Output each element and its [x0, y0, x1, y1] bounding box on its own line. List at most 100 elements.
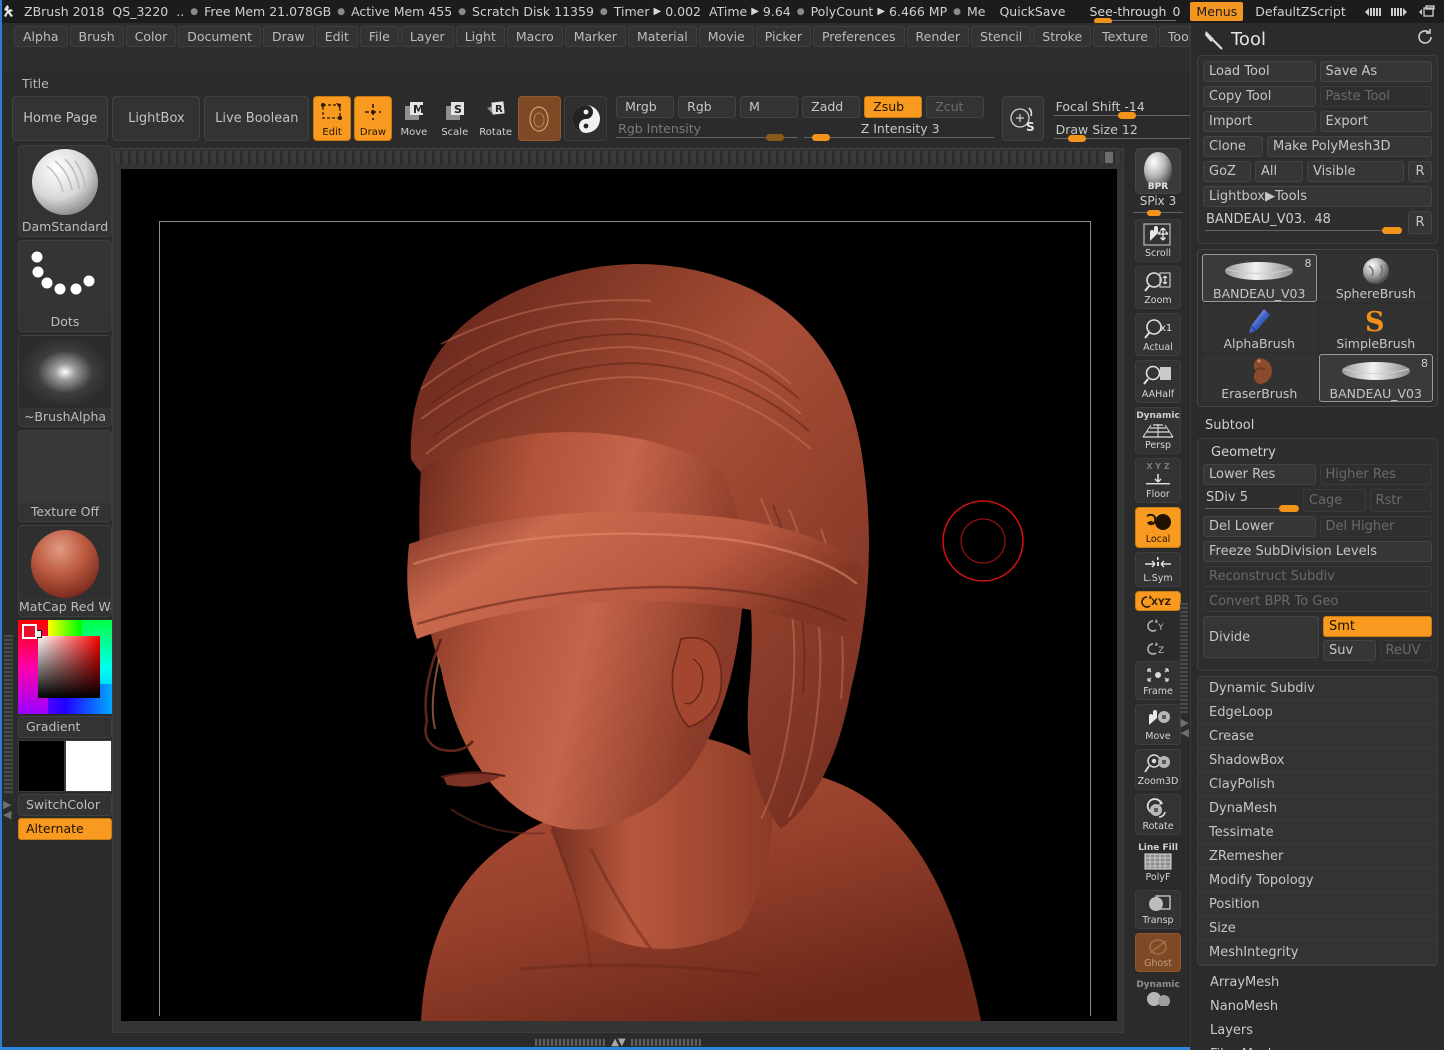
- canvas-top-strip[interactable]: [115, 151, 1121, 164]
- bpr-render-button[interactable]: BPR: [1135, 148, 1181, 194]
- menu-item-texture[interactable]: Texture: [1093, 26, 1157, 47]
- geometry-item-zremesher[interactable]: ZRemesher: [1198, 845, 1437, 869]
- draw-size-slider[interactable]: Draw Size 12: [1053, 121, 1190, 142]
- menu-item-stroke[interactable]: Stroke: [1033, 26, 1092, 47]
- tool-section-layers[interactable]: Layers: [1191, 1018, 1444, 1042]
- current-material-slot[interactable]: MatCap Red Wax: [18, 525, 112, 617]
- scroll-grip-left[interactable]: [535, 1038, 606, 1046]
- tool-thumbnail-spherebrush[interactable]: SphereBrush: [1318, 254, 1433, 302]
- lower-res-button[interactable]: Lower Res: [1203, 464, 1316, 485]
- paste-tool-button[interactable]: Paste Tool: [1319, 86, 1432, 107]
- dynamic-button[interactable]: Dynamic: [1135, 976, 1181, 1009]
- reconstruct-subdiv-button[interactable]: Reconstruct Subdiv: [1203, 566, 1432, 587]
- menus-toggle-button[interactable]: Menus: [1190, 2, 1244, 21]
- home-page-button[interactable]: Home Page: [12, 96, 109, 141]
- sculpted-bust-model[interactable]: [121, 169, 1117, 1021]
- z-intensity-slider[interactable]: Z Intensity 3: [804, 120, 995, 141]
- canvas-strip-marker[interactable]: [1105, 152, 1113, 163]
- del-higher-button[interactable]: Del Higher: [1319, 516, 1432, 537]
- active-color-swatch[interactable]: [22, 624, 37, 639]
- mrgb-button[interactable]: Mrgb: [616, 96, 675, 118]
- polyframe-button[interactable]: Line Fill PolyF: [1135, 839, 1181, 886]
- r-button-item[interactable]: R: [1408, 211, 1432, 234]
- z-symmetry-button[interactable]: Z: [1135, 638, 1181, 660]
- move-mode-button[interactable]: M Move: [395, 96, 433, 141]
- higher-res-button[interactable]: Higher Res: [1319, 464, 1432, 485]
- live-boolean-button[interactable]: Live Boolean: [204, 96, 310, 141]
- transparency-button[interactable]: Transp: [1135, 890, 1181, 929]
- primary-color-swatch[interactable]: [18, 740, 65, 792]
- freeze-subdivision-button[interactable]: Freeze SubDivision Levels: [1203, 541, 1432, 562]
- menu-item-edit[interactable]: Edit: [315, 26, 358, 47]
- gradient-button[interactable]: Gradient: [18, 716, 112, 738]
- rgb-intensity-slider[interactable]: Rgb Intensity: [616, 120, 799, 141]
- scale-mode-button[interactable]: S Scale: [436, 96, 474, 141]
- menu-item-document[interactable]: Document: [178, 26, 262, 47]
- alternate-button[interactable]: Alternate: [18, 818, 112, 840]
- menu-item-light[interactable]: Light: [455, 26, 505, 47]
- brush-symmetry-button[interactable]: S: [1002, 96, 1044, 141]
- draw-mode-button[interactable]: Draw: [354, 96, 392, 141]
- see-through-slider[interactable]: See-through 0: [1090, 1, 1180, 23]
- geometry-item-edgeloop[interactable]: EdgeLoop: [1198, 701, 1437, 725]
- menu-item-material[interactable]: Material: [627, 26, 697, 47]
- actual-size-button[interactable]: x1 Actual: [1135, 313, 1181, 356]
- spix-knob[interactable]: [1147, 210, 1161, 216]
- collapse-right-icon[interactable]: [1386, 0, 1414, 23]
- aahalf-button[interactable]: AAHalf: [1135, 360, 1181, 403]
- tool-thumbnail-bandeau_v03[interactable]: 8 BANDEAU_V03: [1318, 354, 1433, 402]
- local-symmetry-button[interactable]: Local: [1135, 507, 1181, 548]
- divide-button[interactable]: Divide: [1203, 616, 1319, 658]
- menu-item-alpha[interactable]: Alpha: [14, 26, 68, 47]
- focal-shift-slider[interactable]: Focal Shift -14: [1053, 98, 1190, 119]
- menu-item-picker[interactable]: Picker: [755, 26, 811, 47]
- switch-color-button[interactable]: SwitchColor: [18, 794, 112, 816]
- local-sym-button[interactable]: L.Sym: [1135, 552, 1181, 587]
- move-nav-button[interactable]: Move: [1135, 704, 1181, 745]
- right-shelf-grip[interactable]: [1180, 603, 1188, 713]
- geometry-item-crease[interactable]: Crease: [1198, 725, 1437, 749]
- right-shelf-collapse-arrows[interactable]: ▶ ◀: [1181, 717, 1189, 738]
- geometry-section-header[interactable]: Geometry: [1203, 443, 1432, 464]
- frame-button[interactable]: Frame: [1135, 661, 1181, 700]
- geometry-item-size[interactable]: Size: [1198, 917, 1437, 941]
- save-as-button[interactable]: Save As: [1319, 61, 1432, 82]
- tool-section-fibermesh[interactable]: FiberMesh: [1191, 1042, 1444, 1050]
- scroll-grip-right[interactable]: [630, 1038, 701, 1046]
- geometry-item-position[interactable]: Position: [1198, 893, 1437, 917]
- menu-item-stencil[interactable]: Stencil: [971, 26, 1032, 47]
- visible-button[interactable]: Visible: [1307, 161, 1404, 182]
- rotate-nav-button[interactable]: Rotate: [1135, 794, 1181, 835]
- copy-tool-button[interactable]: Copy Tool: [1203, 86, 1316, 107]
- zoom-button[interactable]: Zoom: [1135, 266, 1181, 309]
- persp-button[interactable]: Dynamic Persp: [1135, 407, 1181, 454]
- lightbox-button[interactable]: LightBox: [112, 96, 201, 141]
- rotate-mode-button[interactable]: R Rotate: [477, 96, 515, 141]
- left-shelf-collapse-arrows[interactable]: ▶ ◀: [3, 799, 11, 820]
- refresh-icon[interactable]: [1416, 28, 1434, 50]
- make-polymesh3d-button[interactable]: Make PolyMesh3D: [1267, 136, 1432, 157]
- geometry-item-dynamesh[interactable]: DynaMesh: [1198, 797, 1437, 821]
- lightbox-tools-button[interactable]: Lightbox▶Tools: [1203, 186, 1432, 207]
- del-lower-button[interactable]: Del Lower: [1203, 516, 1316, 537]
- r-button-goz[interactable]: R: [1408, 161, 1432, 182]
- y-symmetry-button[interactable]: Y: [1135, 615, 1181, 637]
- floor-button[interactable]: X Y Z Floor: [1135, 458, 1181, 503]
- left-shelf-grip[interactable]: [4, 635, 13, 795]
- ghost-button[interactable]: Ghost: [1135, 933, 1181, 972]
- menu-item-render[interactable]: Render: [906, 26, 970, 47]
- menu-item-macro[interactable]: Macro: [506, 26, 563, 47]
- prev-layout-icon[interactable]: [1414, 0, 1442, 23]
- current-texture-slot[interactable]: Texture Off: [18, 430, 112, 522]
- tool-item-slider[interactable]: BANDEAU_V03. 48: [1203, 211, 1404, 234]
- tool-item-knob[interactable]: [1382, 227, 1402, 234]
- smt-button[interactable]: Smt: [1323, 616, 1432, 637]
- all-button[interactable]: All: [1255, 161, 1303, 182]
- clone-button[interactable]: Clone: [1203, 136, 1263, 157]
- suv-button[interactable]: Suv: [1323, 640, 1376, 661]
- current-stroke-slot[interactable]: Dots: [18, 240, 112, 332]
- current-alpha-slot[interactable]: ~BrushAlpha: [18, 335, 112, 427]
- zsub-button[interactable]: Zsub: [864, 96, 923, 118]
- convert-bpr-button[interactable]: Convert BPR To Geo: [1203, 591, 1432, 612]
- zoom3d-button[interactable]: Zoom3D: [1135, 749, 1181, 790]
